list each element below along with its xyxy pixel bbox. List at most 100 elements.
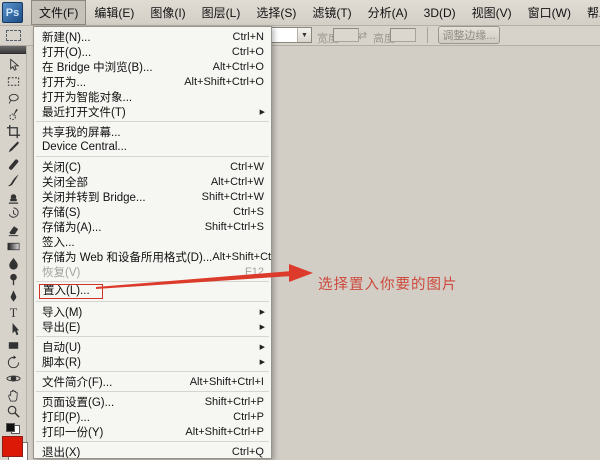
menu-item[interactable]: 退出(X) Ctrl+Q: [34, 444, 271, 459]
menu-item-shortcut: Alt+Ctrl+O: [213, 61, 264, 73]
menu-item-label: 导入(M): [42, 304, 82, 320]
3d-orbit-tool[interactable]: [0, 371, 26, 388]
menu-bar: Ps 文件(F)编辑(E)图像(I)图层(L)选择(S)滤镜(T)分析(A)3D…: [0, 0, 600, 26]
rectangle-tool-icon: [6, 338, 21, 353]
zoom-tool[interactable]: [0, 404, 26, 421]
gradient-tool[interactable]: [0, 239, 26, 256]
menubar-item-window[interactable]: 窗口(W): [520, 0, 579, 25]
menu-item[interactable]: 导出(E)▶: [34, 319, 271, 334]
lasso-tool[interactable]: [0, 90, 26, 107]
menubar-item-layer[interactable]: 图层(L): [194, 0, 249, 25]
rectangle-tool[interactable]: [0, 338, 26, 355]
menu-item[interactable]: 签入...: [34, 234, 271, 249]
gradient-tool-icon: [6, 239, 21, 254]
menu-item[interactable]: 置入(L)...: [34, 284, 271, 299]
menu-item-label: 新建(N)...: [42, 29, 91, 45]
menu-item[interactable]: 存储(S)Ctrl+S: [34, 204, 271, 219]
pen-tool-icon: [6, 289, 21, 304]
menubar-item-help[interactable]: 帮助(H): [579, 0, 600, 25]
hand-tool[interactable]: [0, 387, 26, 404]
menu-item-label: 脚本(R): [42, 354, 81, 370]
menu-item[interactable]: 文件简介(F)...Alt+Shift+Ctrl+I: [34, 374, 271, 389]
menu-item[interactable]: 关闭(C)Ctrl+W: [34, 159, 271, 174]
history-brush-tool[interactable]: [0, 206, 26, 223]
menu-item-shortcut: Ctrl+Q: [232, 446, 264, 458]
menu-separator: [36, 281, 269, 282]
3d-rotate-tool-icon: [6, 355, 21, 370]
submenu-arrow-icon: ▶: [260, 108, 265, 116]
pen-tool[interactable]: [0, 288, 26, 305]
menubar-item-filter[interactable]: 滤镜(T): [304, 0, 359, 25]
height-input[interactable]: [390, 28, 416, 42]
eyedropper-tool[interactable]: [0, 140, 26, 157]
menu-item[interactable]: 脚本(R)▶: [34, 354, 271, 369]
menubar-item-view[interactable]: 视图(V): [464, 0, 520, 25]
menu-item[interactable]: Device Central...: [34, 139, 271, 154]
menu-item[interactable]: 打开为智能对象...: [34, 89, 271, 104]
swap-dimensions-icon[interactable]: ⇄: [358, 29, 367, 42]
menubar-item-file[interactable]: 文件(F): [31, 0, 86, 25]
menu-item-label-highlighted: 置入(L)...: [39, 284, 103, 299]
rectangular-marquee-icon: [6, 30, 21, 41]
menu-item-label: 打开(O)...: [42, 44, 91, 60]
move-tool[interactable]: [0, 57, 26, 74]
submenu-arrow-icon: ▶: [260, 343, 265, 351]
menu-item[interactable]: 打印(P)...Ctrl+P: [34, 409, 271, 424]
menu-separator: [36, 301, 269, 302]
dodge-tool[interactable]: [0, 272, 26, 289]
path-selection-tool[interactable]: [0, 321, 26, 338]
3d-orbit-tool-icon: [6, 371, 21, 386]
foreground-color-swatch[interactable]: [2, 436, 23, 457]
spot-healing-brush-tool[interactable]: [0, 156, 26, 173]
menu-item[interactable]: 存储为 Web 和设备所用格式(D)...Alt+Shift+Ctrl+S: [34, 249, 271, 264]
brush-tool[interactable]: [0, 173, 26, 190]
menu-item[interactable]: 导入(M)▶: [34, 304, 271, 319]
blur-tool-icon: [6, 256, 21, 271]
menu-item[interactable]: 在 Bridge 中浏览(B)...Alt+Ctrl+O: [34, 59, 271, 74]
chevron-down-icon: ▼: [297, 28, 311, 42]
blur-tool[interactable]: [0, 255, 26, 272]
menu-item-label: 恢复(V): [42, 264, 80, 280]
menu-item[interactable]: 关闭并转到 Bridge...Shift+Ctrl+W: [34, 189, 271, 204]
menubar-item-select[interactable]: 选择(S): [248, 0, 304, 25]
menu-item-label: 退出(X): [42, 444, 80, 460]
menu-item[interactable]: 打开(O)...Ctrl+O: [34, 44, 271, 59]
menu-item-shortcut: Ctrl+W: [230, 161, 264, 173]
menu-item-shortcut: Alt+Shift+Ctrl+P: [185, 426, 264, 438]
menu-item-label: 关闭并转到 Bridge...: [42, 189, 146, 205]
menu-item[interactable]: 打开为...Alt+Shift+Ctrl+O: [34, 74, 271, 89]
3d-rotate-tool[interactable]: [0, 354, 26, 371]
eyedropper-tool-icon: [6, 140, 21, 155]
menu-item[interactable]: 共享我的屏幕...: [34, 124, 271, 139]
type-tool[interactable]: T: [0, 305, 26, 322]
crop-tool[interactable]: [0, 123, 26, 140]
menu-separator: [36, 371, 269, 372]
menu-item-shortcut: F12: [245, 266, 264, 278]
menu-item[interactable]: 最近打开文件(T)▶: [34, 104, 271, 119]
quick-selection-tool[interactable]: [0, 107, 26, 124]
menu-item[interactable]: 新建(N)...Ctrl+N: [34, 29, 271, 44]
eraser-tool[interactable]: [0, 222, 26, 239]
menubar-item-edit[interactable]: 编辑(E): [86, 0, 142, 25]
width-input[interactable]: [333, 28, 359, 42]
tool-palette-header[interactable]: [0, 46, 26, 54]
menu-item-label: 存储为 Web 和设备所用格式(D)...: [42, 249, 212, 265]
spot-healing-brush-tool-icon: [6, 157, 21, 172]
menubar-item-3d[interactable]: 3D(D): [416, 2, 464, 24]
options-separator: [427, 27, 428, 43]
menu-item[interactable]: 存储为(A)...Shift+Ctrl+S: [34, 219, 271, 234]
menu-item-shortcut: Alt+Shift+Ctrl+S: [212, 251, 272, 263]
crop-tool-icon: [6, 124, 21, 139]
file-menu: 新建(N)...Ctrl+N打开(O)...Ctrl+O在 Bridge 中浏览…: [33, 26, 272, 459]
menubar-item-analysis[interactable]: 分析(A): [360, 0, 416, 25]
refine-edge-button[interactable]: 调整边缘...: [438, 26, 500, 44]
menubar-item-image[interactable]: 图像(I): [142, 0, 193, 25]
clone-stamp-tool[interactable]: [0, 189, 26, 206]
default-colors-icon[interactable]: [6, 423, 20, 434]
tool-preset-picker[interactable]: [4, 28, 22, 42]
menu-item[interactable]: 关闭全部Alt+Ctrl+W: [34, 174, 271, 189]
rectangular-marquee-tool[interactable]: [0, 74, 26, 91]
menu-item[interactable]: 打印一份(Y)Alt+Shift+Ctrl+P: [34, 424, 271, 439]
menu-item[interactable]: 自动(U)▶: [34, 339, 271, 354]
menu-item[interactable]: 页面设置(G)...Shift+Ctrl+P: [34, 394, 271, 409]
